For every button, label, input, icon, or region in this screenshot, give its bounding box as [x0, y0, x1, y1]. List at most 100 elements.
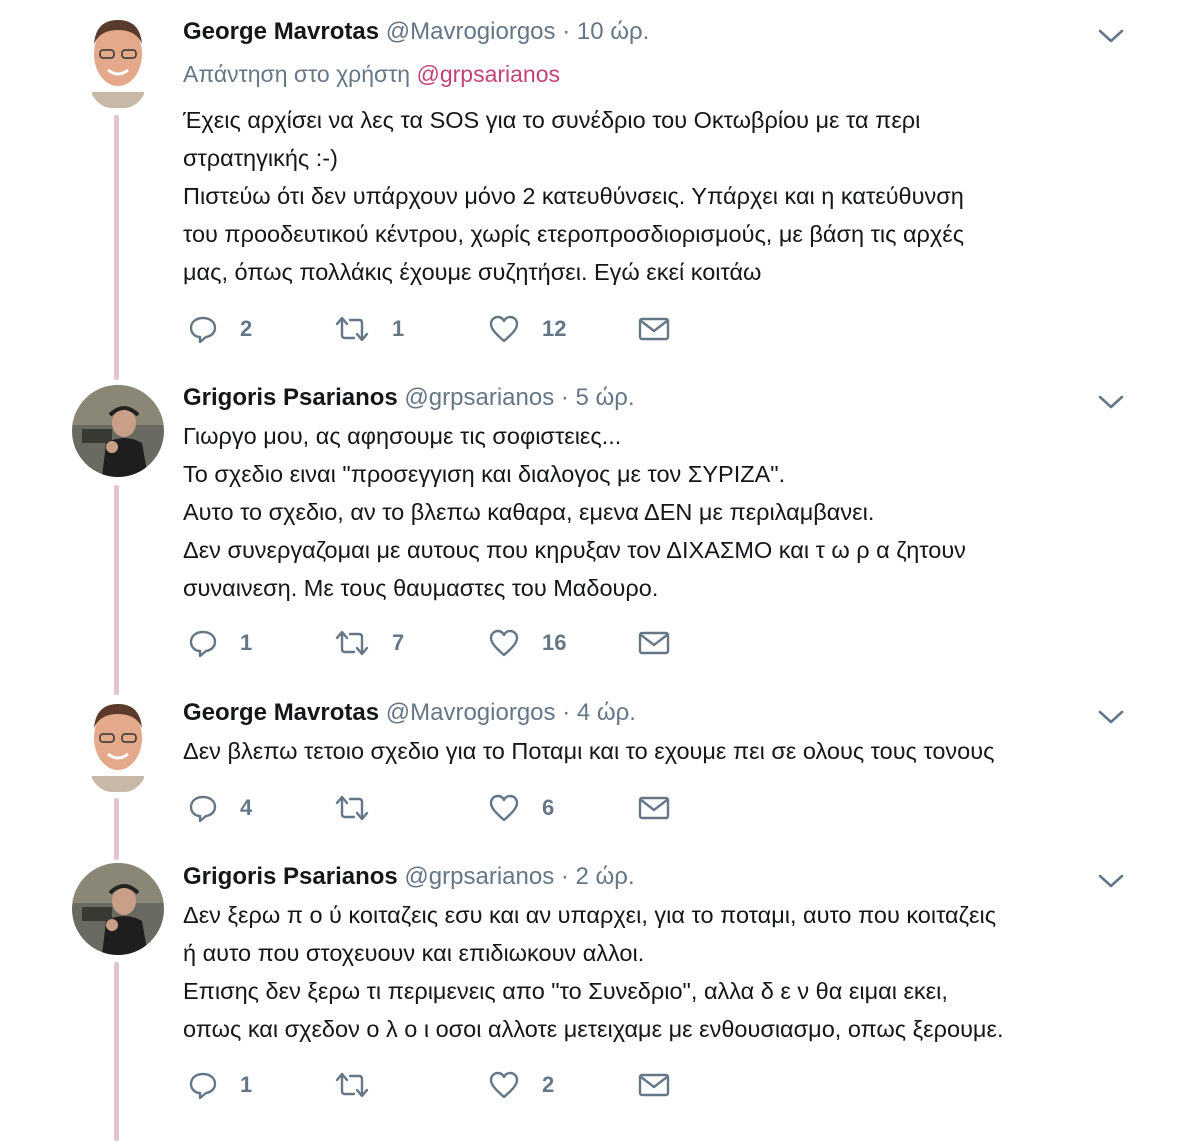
reply-icon — [189, 630, 217, 658]
tweet-actions: 1 7 16 — [183, 623, 703, 663]
timestamp[interactable]: 2 ώρ. — [576, 863, 635, 890]
author-name[interactable]: Grigoris Psarianos — [183, 384, 398, 411]
reply-context: Απάντηση στο χρήστη @grpsarianos — [183, 61, 560, 88]
tweet-header: Grigoris Psarianos @grpsarianos · 2 ώρ. — [183, 863, 635, 891]
reply-prefix: Απάντηση στο χρήστη — [183, 61, 411, 87]
retweet-count: 7 — [392, 630, 405, 655]
message-icon — [638, 631, 670, 655]
tweet-actions: 2 1 12 — [183, 309, 703, 349]
message-icon — [638, 317, 670, 341]
tweet-text-line: Αυτο το σχεδιο, αν το βλεπω καθαρα, εμεν… — [183, 499, 875, 525]
like-count: 12 — [542, 316, 567, 341]
avatar-portrait-image — [86, 14, 150, 108]
tweet-text: Γιωργο μου, ας αφησουμε τις σοφιστειες..… — [183, 417, 1143, 607]
tweet-text-line: Δεν ξερω π ο ύ κοιταζεις εσυ και αν υπαρ… — [183, 902, 997, 928]
tweet-header: Grigoris Psarianos @grpsarianos · 5 ώρ. — [183, 384, 635, 412]
reply-count: 1 — [240, 630, 253, 655]
tweet-text-line: Δεν βλεπω τετοιο σχεδιο για το Ποταμι κα… — [183, 738, 995, 764]
author-handle[interactable]: @Mavrogiorgos — [386, 699, 556, 726]
tweet-text-line: Πιστεύω ότι δεν υπάρχουν μόνο 2 κατευθύν… — [183, 183, 964, 209]
retweet-button[interactable] — [334, 1065, 370, 1105]
reply-button[interactable]: 1 — [188, 1065, 252, 1105]
author-handle[interactable]: @Mavrogiorgos — [386, 18, 556, 45]
direct-message-button[interactable] — [638, 788, 670, 828]
avatar-grigoris-psarianos[interactable] — [72, 863, 164, 955]
separator-dot: · — [562, 699, 571, 726]
like-icon — [489, 794, 519, 822]
retweet-icon — [335, 795, 369, 821]
tweet-text: Δεν ξερω π ο ύ κοιταζεις εσυ και αν υπαρ… — [183, 896, 1143, 1048]
tweet-text: Έχεις αρχίσει να λες τα SOS για το συνέδ… — [183, 101, 1143, 291]
direct-message-button[interactable] — [638, 1065, 670, 1105]
tweet-text-line: συναινεση. Με τους θαυμαστες του Μαδουρο… — [183, 575, 659, 601]
chevron-down-icon[interactable] — [1098, 709, 1124, 725]
chevron-down-icon[interactable] — [1098, 873, 1124, 889]
avatar-grigoris-psarianos[interactable] — [72, 385, 164, 477]
retweet-button[interactable] — [334, 788, 370, 828]
direct-message-button[interactable] — [638, 309, 670, 349]
like-button[interactable]: 12 — [488, 309, 566, 349]
timestamp[interactable]: 5 ώρ. — [576, 384, 635, 411]
tweet-text-line: μας, όπως πολλάκις έχουμε συζητήσει. Εγώ… — [183, 259, 762, 285]
chevron-down-icon[interactable] — [1098, 394, 1124, 410]
separator-dot: · — [560, 384, 569, 411]
reply-icon — [189, 795, 217, 823]
separator-dot: · — [560, 863, 569, 890]
like-button[interactable]: 16 — [488, 623, 566, 663]
direct-message-button[interactable] — [638, 623, 670, 663]
reply-button[interactable]: 2 — [188, 309, 252, 349]
like-count: 16 — [542, 630, 567, 655]
tweet-header: George Mavrotas @Mavrogiorgos · 10 ώρ. — [183, 18, 649, 46]
separator-dot: · — [562, 18, 571, 45]
author-name[interactable]: Grigoris Psarianos — [183, 863, 398, 890]
like-icon — [489, 1071, 519, 1099]
avatar-george-mavrotas[interactable] — [86, 14, 150, 108]
reply-count: 4 — [240, 795, 253, 820]
tweet-text-line: Το σχεδιο ειναι "προσεγγιση και διαλογος… — [183, 461, 786, 487]
like-icon — [489, 315, 519, 343]
like-button[interactable]: 2 — [488, 1065, 554, 1105]
retweet-icon — [335, 316, 369, 342]
avatar-portrait-image — [72, 863, 164, 955]
tweet-text-line: Δεν συνεργαζομαι με αυτους που κηρυξαν τ… — [183, 537, 966, 563]
message-icon — [638, 1073, 670, 1097]
tweet-text-line: Έχεις αρχίσει να λες τα SOS για το συνέδ… — [183, 107, 921, 133]
reply-count: 1 — [240, 1072, 253, 1097]
tweet-text: Δεν βλεπω τετοιο σχεδιο για το Ποταμι κα… — [183, 732, 1143, 770]
reply-icon — [189, 316, 217, 344]
reply-count: 2 — [240, 316, 253, 341]
tweet-text-line: στρατηγικής :-) — [183, 145, 338, 171]
author-name[interactable]: George Mavrotas — [183, 699, 379, 726]
author-handle[interactable]: @grpsarianos — [404, 863, 554, 890]
author-name[interactable]: George Mavrotas — [183, 18, 379, 45]
tweet-header: George Mavrotas @Mavrogiorgos · 4 ώρ. — [183, 699, 636, 727]
tweet-text-line: του προοδευτικού κέντρου, χωρίς ετεροπρο… — [183, 221, 965, 247]
avatar-portrait-image — [86, 698, 150, 792]
thread-line — [114, 115, 119, 380]
retweet-count: 1 — [392, 316, 405, 341]
reply-icon — [189, 1072, 217, 1100]
thread-line — [114, 962, 119, 1141]
reply-mention-link[interactable]: @grpsarianos — [416, 61, 560, 87]
like-button[interactable]: 6 — [488, 788, 554, 828]
retweet-button[interactable]: 7 — [334, 623, 404, 663]
retweet-icon — [335, 1072, 369, 1098]
chevron-down-icon[interactable] — [1098, 28, 1124, 44]
reply-button[interactable]: 1 — [188, 623, 252, 663]
retweet-icon — [335, 630, 369, 656]
author-handle[interactable]: @grpsarianos — [404, 384, 554, 411]
thread-line — [114, 798, 119, 860]
avatar-george-mavrotas[interactable] — [86, 698, 150, 792]
like-count: 6 — [542, 795, 555, 820]
tweet-text-line: ή αυτο που στοχευουν και επιδιωκουν αλλο… — [183, 940, 645, 966]
timestamp[interactable]: 10 ώρ. — [577, 18, 649, 45]
tweet-text-line: Επισης δεν ξερω τι περιμενεις απο "το Συ… — [183, 978, 948, 1004]
reply-button[interactable]: 4 — [188, 788, 252, 828]
tweet-text-line: οπως και σχεδον ο λ ο ι οσοι αλλοτε μετε… — [183, 1016, 1004, 1042]
message-icon — [638, 796, 670, 820]
tweet-actions: 4 6 — [183, 788, 703, 828]
retweet-button[interactable]: 1 — [334, 309, 404, 349]
tweet-text-line: Γιωργο μου, ας αφησουμε τις σοφιστειες..… — [183, 423, 622, 449]
like-count: 2 — [542, 1072, 555, 1097]
timestamp[interactable]: 4 ώρ. — [577, 699, 636, 726]
